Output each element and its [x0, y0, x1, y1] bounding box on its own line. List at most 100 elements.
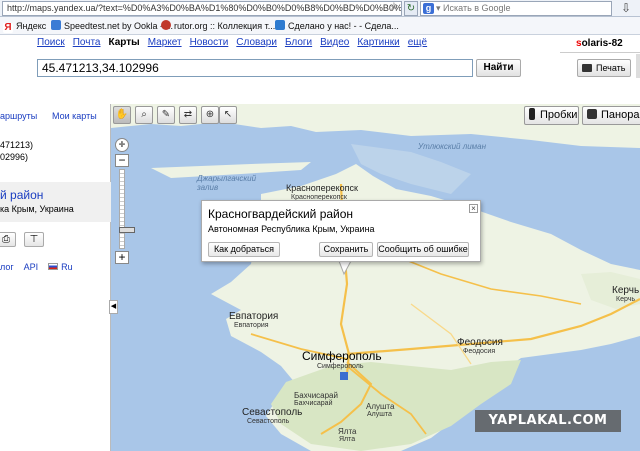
bookmarks-bar: Я Яндекс Speedtest.net by Ookla - ... rut…: [0, 17, 640, 35]
result-title[interactable]: й район: [0, 188, 43, 202]
search-input[interactable]: [37, 59, 473, 77]
label-kerch-sub: Керчь: [616, 296, 636, 303]
browser-search-input[interactable]: g ▾ Искать в Google: [420, 1, 612, 16]
browser-toolbar: http://maps.yandex.ua/?text=%D0%A3%D0%BA…: [0, 0, 640, 17]
label-sevastopol-sub: Севастополь: [247, 418, 290, 425]
yandex-icon: Я: [3, 22, 13, 33]
find-button[interactable]: Найти: [476, 59, 521, 77]
address-bar[interactable]: http://maps.yandex.ua/?text=%D0%A3%D0%BA…: [2, 1, 402, 16]
ruler-tool-icon[interactable]: ✎: [157, 106, 175, 124]
bookmark-speedtest[interactable]: Speedtest.net by Ookla - ...: [51, 20, 173, 33]
hand-tool-icon[interactable]: ✋: [113, 106, 131, 124]
bookmark-rutor[interactable]: rutor.org :: Коллекция т...: [161, 20, 275, 33]
city-marker: [340, 372, 348, 380]
label-feodosia-sub: Феодосия: [463, 348, 496, 355]
nav-images[interactable]: Картинки: [357, 37, 399, 48]
zoom-control: ✛ − +: [115, 138, 135, 264]
traffic-light-icon: [529, 108, 535, 120]
label-yalta: Ялта: [338, 427, 357, 436]
coordinate-lat: 471213): [0, 140, 34, 150]
watermark: YAPLAKAL.COM: [475, 410, 621, 432]
nav-news[interactable]: Новости: [190, 37, 229, 48]
panel-tabs: аршруты Мои карты: [0, 108, 111, 122]
label-bakhchisaray-sub: Бахчисарай: [294, 400, 333, 407]
traffic-button[interactable]: Пробки: [524, 106, 579, 125]
zoom-tool-icon[interactable]: ⌕: [135, 106, 153, 124]
rutor-icon: [161, 20, 171, 30]
route-tool-icon[interactable]: ⇄: [179, 106, 197, 124]
nav-video[interactable]: Видео: [320, 37, 349, 48]
label-kerch: Керчь: [612, 285, 640, 296]
balloon-subtitle: Автономная Республика Крым, Украина: [208, 224, 375, 234]
info-balloon: Красногвардейский район Автономная Респу…: [201, 200, 481, 262]
search-placeholder: ▾: [436, 3, 444, 13]
zoom-out-button[interactable]: −: [115, 154, 129, 167]
google-icon: g: [423, 3, 434, 14]
divider: [560, 52, 640, 53]
report-error-button[interactable]: Сообщить об ошибке: [377, 242, 469, 257]
map-canvas[interactable]: Утлюкский лиман Джарылгачский залив Крас…: [111, 104, 640, 451]
result-subtitle: ка Крым, Украина: [0, 204, 74, 214]
label-alushta: Алушта: [366, 402, 395, 411]
link-blog[interactable]: лог: [0, 262, 14, 272]
compass-icon[interactable]: ✛: [115, 138, 129, 152]
nav-search[interactable]: Поиск: [37, 37, 65, 48]
panorama-icon: [587, 109, 597, 119]
reload-icon[interactable]: ↻: [404, 1, 418, 16]
route-button[interactable]: Как добраться: [208, 242, 280, 257]
label-evpatoria-sub: Евпатория: [234, 322, 269, 329]
nav-blogs[interactable]: Блоги: [285, 37, 312, 48]
sdelano-icon: [275, 20, 285, 30]
label-krasnoperekopsk: Красноперекопск: [286, 183, 358, 193]
nav-market[interactable]: Маркет: [148, 37, 182, 48]
collapse-panel-icon[interactable]: ◀: [109, 300, 118, 314]
link-language[interactable]: Ru: [48, 262, 73, 272]
bookmark-sdelano[interactable]: Сделано у нас! - - Сдела...: [275, 20, 399, 33]
layers-tool-icon[interactable]: ⊕: [201, 106, 219, 124]
label-yalta-sub: Ялта: [339, 436, 356, 443]
scrollbar[interactable]: [636, 54, 640, 78]
label-simferopol-sub: Симферополь: [317, 363, 364, 370]
printer-icon: [582, 64, 592, 72]
pin-icon: ⊤: [29, 234, 39, 245]
nav-maps[interactable]: Карты: [109, 37, 140, 48]
search-result[interactable]: й район ка Крым, Украина: [0, 182, 111, 222]
nav-mail[interactable]: Почта: [73, 37, 101, 48]
label-dzharylgach: Джарылгачский залив: [197, 174, 257, 192]
balloon-title: Красногвардейский район: [208, 207, 354, 221]
left-panel: аршруты Мои карты 471213) 02996) й район…: [0, 104, 111, 451]
select-tool-icon[interactable]: ↖: [219, 106, 237, 124]
printer-icon: ⎙: [2, 234, 10, 245]
label-sevastopol: Севастополь: [242, 407, 303, 418]
tab-my-maps[interactable]: Мои карты: [52, 111, 97, 121]
save-button[interactable]: Сохранить: [319, 242, 373, 257]
speedtest-icon: [51, 20, 61, 30]
print-button[interactable]: Печать: [577, 59, 631, 77]
print-result-button[interactable]: ⎙: [0, 232, 16, 247]
label-evpatoria: Евпатория: [229, 311, 279, 322]
label-uzlyuk-liman: Утлюкский лиман: [418, 142, 487, 151]
bookmark-yandex[interactable]: Я Яндекс: [3, 20, 46, 33]
russia-flag-icon: [48, 263, 59, 270]
pin-button[interactable]: ⊤: [24, 232, 44, 247]
tab-routes[interactable]: аршруты: [0, 111, 37, 121]
label-bakhchisaray: Бахчисарай: [294, 391, 338, 400]
close-icon[interactable]: ×: [469, 204, 478, 213]
coordinate-lon: 02996): [0, 152, 29, 162]
zoom-slider[interactable]: [119, 169, 135, 249]
download-icon[interactable]: ⇩: [618, 1, 634, 16]
zoom-in-button[interactable]: +: [115, 251, 129, 264]
username[interactable]: solaris-82: [576, 38, 623, 49]
nav-more[interactable]: ещё: [408, 37, 427, 48]
bookmark-star-icon[interactable]: ☆: [389, 1, 401, 14]
footer-links: лог API Ru: [0, 262, 83, 272]
services-nav: Поиск Почта Карты Маркет Новости Словари Блоги…: [37, 37, 435, 50]
panorama-button[interactable]: Панорамы: [582, 106, 640, 125]
link-api[interactable]: API: [24, 262, 39, 272]
label-feodosia: Феодосия: [457, 337, 503, 348]
label-simferopol: Симферополь: [302, 349, 382, 363]
nav-dictionaries[interactable]: Словари: [236, 37, 277, 48]
zoom-slider-thumb[interactable]: [119, 227, 135, 233]
map-image: [111, 104, 640, 451]
label-alushta-sub: Алушта: [367, 411, 392, 418]
